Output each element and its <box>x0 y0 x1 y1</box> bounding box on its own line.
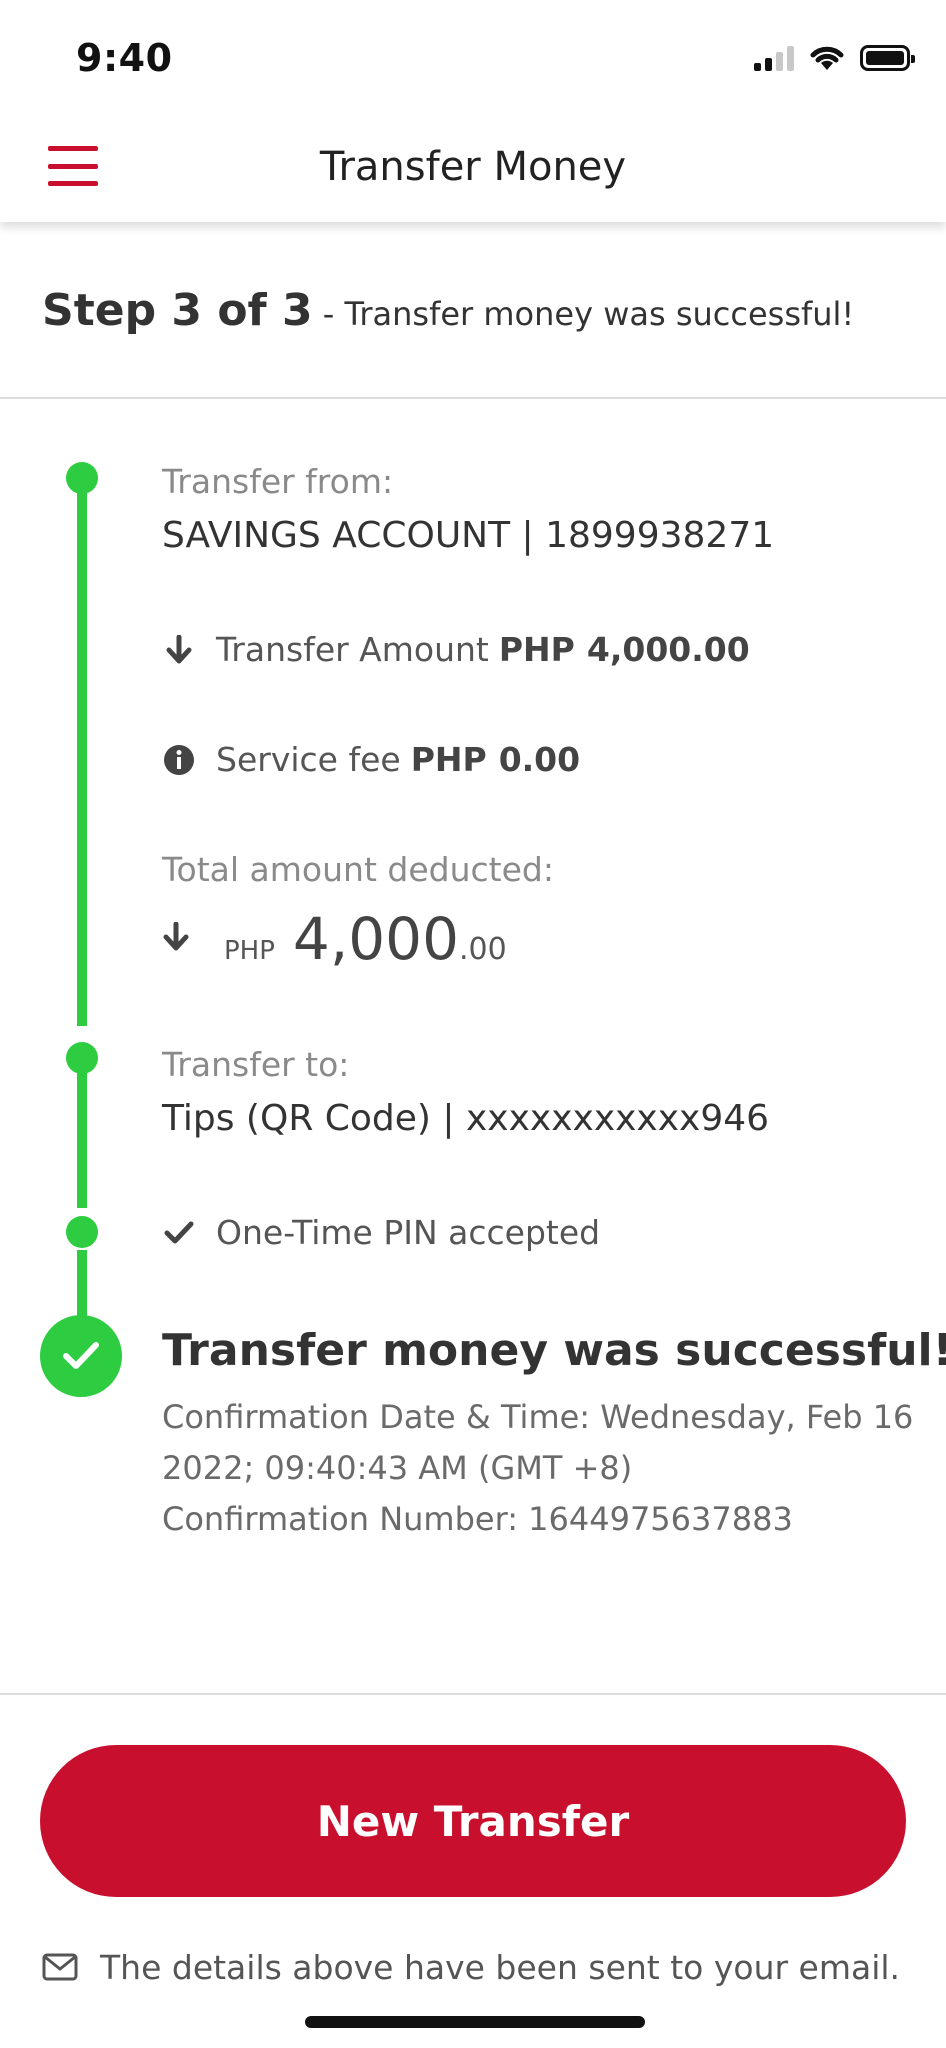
step-header: Step 3 of 3 - Transfer money was success… <box>42 285 854 336</box>
page-title: Transfer Money <box>319 144 627 190</box>
info-icon <box>162 743 196 777</box>
step-counter: Step 3 of 3 <box>42 285 313 336</box>
step-description: Transfer money was successful! <box>344 295 855 333</box>
timeline-line-to <box>77 1070 87 1208</box>
timeline-dot-otp <box>66 1216 98 1248</box>
total-amount-row: PHP 4,000 .00 <box>162 905 507 973</box>
arrow-down-icon <box>162 633 196 667</box>
success-title: Transfer money was successful! <box>162 1325 946 1376</box>
wifi-icon <box>810 46 844 70</box>
success-check-icon <box>40 1315 122 1397</box>
service-fee-currency: PHP <box>410 740 487 779</box>
new-transfer-button[interactable]: New Transfer <box>40 1745 906 1897</box>
confirmation-datetime-line1: Confirmation Date & Time: Wednesday, Feb… <box>162 1398 914 1436</box>
checkmark-icon <box>162 1216 196 1250</box>
transfer-from-account: SAVINGS ACCOUNT | 1899938271 <box>162 515 775 556</box>
nav-header: Transfer Money <box>0 110 946 222</box>
arrow-down-icon <box>162 922 196 956</box>
transfer-amount-currency: PHP <box>498 630 575 669</box>
cellular-signal-icon <box>754 45 794 71</box>
total-label: Total amount deducted: <box>162 850 554 889</box>
total-amount-decimal: .00 <box>458 932 507 967</box>
envelope-icon <box>42 1953 80 1983</box>
status-bar: 9:40 <box>0 0 946 110</box>
home-indicator <box>305 2016 645 2028</box>
email-note: The details above have been sent to your… <box>42 1948 900 1987</box>
timeline-dot-from <box>66 462 98 494</box>
transfer-amount-label: Transfer Amount <box>216 630 489 669</box>
service-fee-value: 0.00 <box>498 740 581 779</box>
timeline-line-otp <box>77 1250 87 1322</box>
step-separator: - <box>312 295 345 333</box>
status-icons <box>754 40 915 76</box>
service-fee-row: Service fee PHP 0.00 <box>162 740 580 779</box>
service-fee-label: Service fee <box>216 740 401 779</box>
confirmation-number: Confirmation Number: 1644975637883 <box>162 1500 793 1538</box>
confirmation-datetime-line2: 2022; 09:40:43 AM (GMT +8) <box>162 1449 633 1487</box>
transfer-to-label: Transfer to: <box>162 1045 350 1084</box>
divider-top <box>0 397 946 399</box>
transfer-amount-row: Transfer Amount PHP 4,000.00 <box>162 630 750 669</box>
total-amount-whole: 4,000 <box>292 905 459 973</box>
divider-bottom <box>0 1693 946 1695</box>
battery-icon <box>860 45 915 71</box>
transfer-to-account: Tips (QR Code) | xxxxxxxxxxx946 <box>162 1098 770 1139</box>
timeline-dot-to <box>66 1042 98 1074</box>
total-currency: PHP <box>224 936 275 966</box>
otp-row: One-Time PIN accepted <box>162 1213 600 1252</box>
timeline-line-from <box>77 478 87 1026</box>
transfer-from-label: Transfer from: <box>162 462 394 501</box>
otp-label: One-Time PIN accepted <box>216 1213 601 1252</box>
email-note-text: The details above have been sent to your… <box>100 1948 901 1987</box>
status-time: 9:40 <box>76 36 173 80</box>
transfer-amount-value: 4,000.00 <box>586 630 750 669</box>
